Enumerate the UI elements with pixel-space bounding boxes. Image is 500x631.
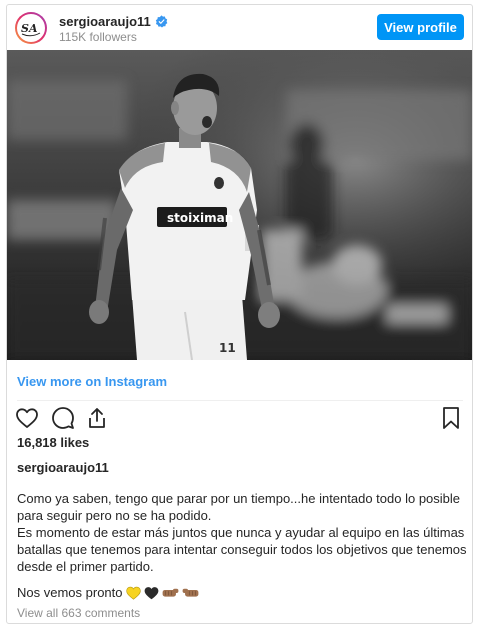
- followers-count: 115K followers: [59, 30, 137, 44]
- yellow-heart-icon: [125, 586, 141, 600]
- share-icon[interactable]: [85, 406, 109, 430]
- post-photo[interactable]: 11 stoiximan: [7, 50, 472, 360]
- bookmark-icon[interactable]: [439, 406, 463, 430]
- username[interactable]: sergioaraujo11: [59, 14, 151, 29]
- view-profile-button[interactable]: View profile: [377, 14, 464, 40]
- caption-closing: Nos vemos pronto: [17, 585, 199, 600]
- likes-count[interactable]: 16,818 likes: [17, 435, 89, 450]
- fist-right-icon: [162, 588, 178, 597]
- footballer-celebration-photo: 11 stoiximan: [7, 50, 472, 360]
- svg-text:A: A: [28, 22, 38, 35]
- avatar-logo: S A: [17, 14, 45, 42]
- comment-bubble-icon[interactable]: [51, 406, 75, 430]
- svg-text:11: 11: [219, 341, 236, 355]
- fist-left-icon: [182, 588, 198, 597]
- caption-line: Como ya saben, tengo que parar por un ti…: [17, 491, 461, 523]
- like-heart-icon[interactable]: [15, 406, 39, 430]
- view-more-on-instagram-link[interactable]: View more on Instagram: [17, 374, 167, 389]
- username-row: sergioaraujo11: [59, 14, 168, 29]
- black-heart-icon: [144, 586, 158, 599]
- svg-text:S: S: [21, 22, 29, 35]
- divider: [17, 400, 463, 401]
- caption-line: Es momento de estar más juntos que nunca…: [17, 525, 467, 574]
- view-all-comments-link[interactable]: View all 663 comments: [17, 606, 140, 620]
- post-author[interactable]: sergioaraujo11: [17, 460, 109, 475]
- post-caption: Como ya saben, tengo que parar por un ti…: [17, 490, 467, 575]
- closing-text: Nos vemos pronto: [17, 585, 123, 600]
- sa-logo-icon: S A: [21, 22, 41, 37]
- post-header: S A sergioaraujo11 115K followers View p…: [7, 5, 472, 49]
- jersey-sponsor: stoiximan: [167, 211, 233, 225]
- verified-badge-icon: [155, 15, 168, 28]
- avatar[interactable]: S A: [15, 12, 47, 44]
- action-bar: [15, 406, 465, 432]
- instagram-embed: S A sergioaraujo11 115K followers View p…: [6, 4, 473, 624]
